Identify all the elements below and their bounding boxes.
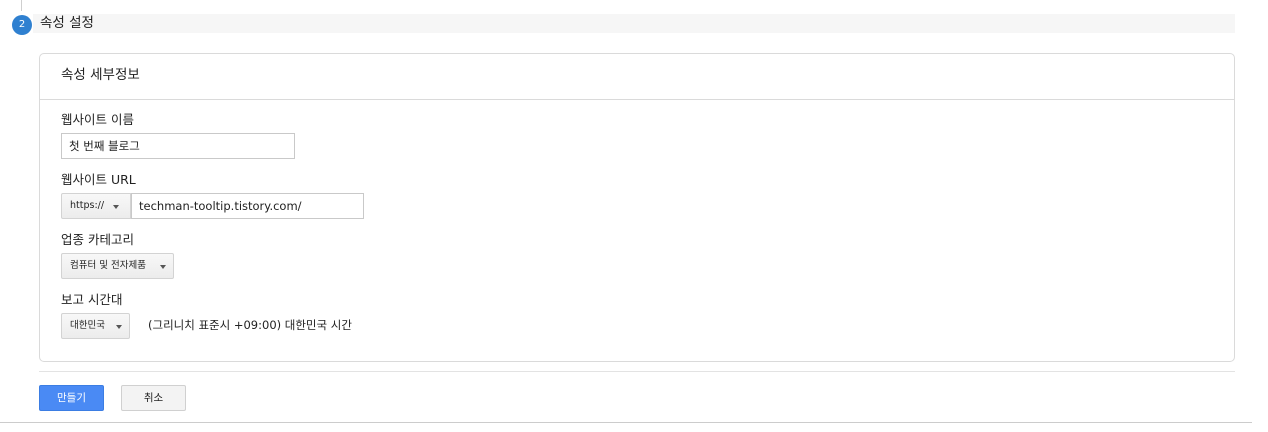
step-connector-line	[21, 0, 22, 11]
protocol-select-value: https://	[70, 200, 105, 211]
chevron-down-icon	[113, 205, 119, 209]
timezone-country-value: 대한민국	[70, 320, 105, 331]
chevron-down-icon	[160, 265, 166, 269]
website-url-label: 웹사이트 URL	[61, 172, 136, 187]
timezone-label: 보고 시간대	[61, 292, 123, 307]
industry-category-select[interactable]: 컴퓨터 및 전자제품	[61, 253, 174, 279]
create-button[interactable]: 만들기	[39, 385, 104, 411]
website-name-input[interactable]: 첫 번째 블로그	[61, 133, 295, 159]
card-header: 속성 세부정보	[40, 54, 1234, 100]
industry-category-label: 업종 카테고리	[61, 232, 134, 247]
step-title: 속성 설정	[40, 15, 94, 31]
chevron-down-icon	[116, 325, 122, 329]
cancel-button[interactable]: 취소	[121, 385, 186, 411]
bottom-divider	[0, 422, 1252, 423]
website-name-label: 웹사이트 이름	[61, 112, 134, 127]
card-title: 속성 세부정보	[61, 67, 140, 83]
timezone-description: (그리니치 표준시 +09:00) 대한민국 시간	[148, 318, 352, 332]
step-number-badge: 2	[12, 15, 32, 35]
step-header-band	[33, 14, 1235, 33]
protocol-select[interactable]: https://	[61, 193, 131, 219]
footer-divider	[39, 371, 1235, 372]
industry-category-value: 컴퓨터 및 전자제품	[70, 260, 146, 271]
website-url-input[interactable]: techman-tooltip.tistory.com/	[131, 193, 364, 219]
timezone-country-select[interactable]: 대한민국	[61, 313, 130, 339]
